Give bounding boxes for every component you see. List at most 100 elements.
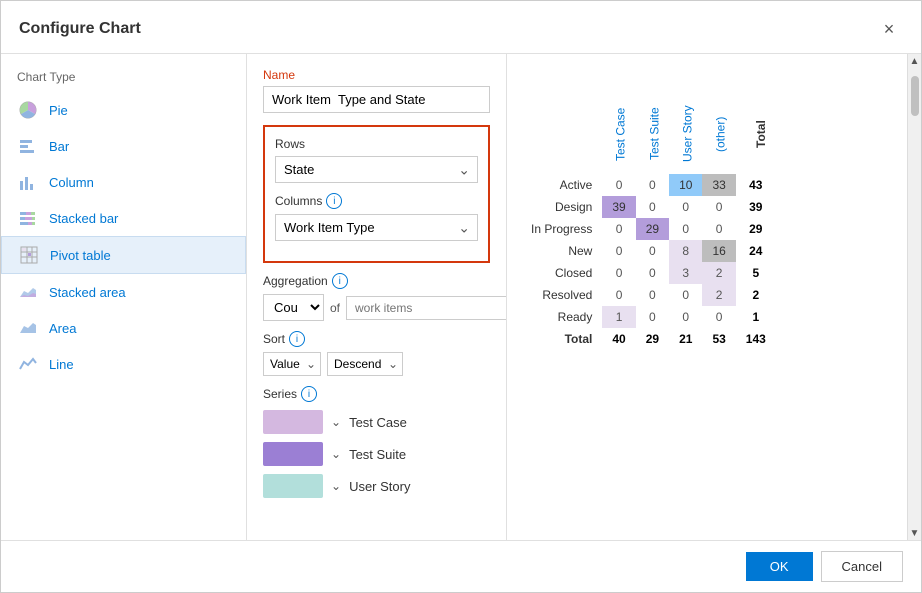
row-label-active: Active bbox=[521, 174, 602, 196]
chart-item-bar-label: Bar bbox=[49, 139, 69, 154]
configure-chart-dialog: Configure Chart × Chart Type Pie Bar bbox=[0, 0, 922, 593]
sort-value-select[interactable]: Value Label bbox=[263, 352, 321, 376]
cell-0-total: 43 bbox=[736, 174, 776, 196]
series-info-icon[interactable]: i bbox=[301, 386, 317, 402]
dialog-title: Configure Chart bbox=[19, 20, 141, 38]
aggregation-label: Aggregation bbox=[263, 274, 328, 288]
cell-3-3: 16 bbox=[702, 240, 735, 262]
total-0: 40 bbox=[602, 328, 635, 350]
cell-5-0: 0 bbox=[602, 284, 635, 306]
row-label-new: New bbox=[521, 240, 602, 262]
row-label-closed: Closed bbox=[521, 262, 602, 284]
scroll-thumb[interactable] bbox=[911, 76, 919, 116]
cell-6-2: 0 bbox=[669, 306, 702, 328]
sort-direction-select[interactable]: Descend Ascend bbox=[327, 352, 403, 376]
series-item-1: ⌄ Test Suite bbox=[263, 442, 490, 466]
series-color-1[interactable] bbox=[263, 442, 323, 466]
chart-item-area-label: Area bbox=[49, 321, 76, 336]
chart-item-stacked-area[interactable]: Stacked area bbox=[1, 274, 246, 310]
rows-columns-box: Rows State Work Item Type Columns i Work… bbox=[263, 125, 490, 263]
of-text: of bbox=[330, 301, 340, 315]
aggregation-info-icon[interactable]: i bbox=[332, 273, 348, 289]
chart-item-stacked-bar-label: Stacked bar bbox=[49, 211, 118, 226]
cell-0-1: 0 bbox=[636, 174, 669, 196]
dialog-footer: OK Cancel bbox=[1, 540, 921, 592]
total-1: 29 bbox=[636, 328, 669, 350]
scroll-up-arrow[interactable]: ▲ bbox=[908, 54, 922, 68]
cell-6-1: 0 bbox=[636, 306, 669, 328]
table-row: Closed 0 0 3 2 5 bbox=[521, 262, 776, 284]
cell-1-3: 0 bbox=[702, 196, 735, 218]
series-color-2[interactable] bbox=[263, 474, 323, 498]
config-panel: Name Rows State Work Item Type Columns i bbox=[247, 54, 507, 540]
series-name-2: User Story bbox=[349, 479, 410, 494]
series-chevron-2[interactable]: ⌄ bbox=[331, 479, 341, 493]
chart-item-column[interactable]: Column bbox=[1, 164, 246, 200]
right-area: Test Case Test Suite User Story (other) … bbox=[507, 54, 921, 540]
cancel-button[interactable]: Cancel bbox=[821, 551, 903, 582]
close-button[interactable]: × bbox=[875, 15, 903, 43]
stacked-area-icon bbox=[17, 281, 39, 303]
cell-2-1: 29 bbox=[636, 218, 669, 240]
cell-3-total: 24 bbox=[736, 240, 776, 262]
cell-2-2: 0 bbox=[669, 218, 702, 240]
row-label-inprogress: In Progress bbox=[521, 218, 602, 240]
series-color-0[interactable] bbox=[263, 410, 323, 434]
table-row: In Progress 0 29 0 0 29 bbox=[521, 218, 776, 240]
cell-6-3: 0 bbox=[702, 306, 735, 328]
cell-4-total: 5 bbox=[736, 262, 776, 284]
column-icon bbox=[17, 171, 39, 193]
total-2: 21 bbox=[669, 328, 702, 350]
rows-select[interactable]: State Work Item Type bbox=[275, 156, 478, 183]
total-grand: 143 bbox=[736, 328, 776, 350]
series-header: Series i bbox=[263, 386, 490, 402]
row-col-empty bbox=[521, 94, 602, 174]
series-section: Series i ⌄ Test Case ⌄ Test Suite bbox=[263, 386, 490, 498]
cell-2-0: 0 bbox=[602, 218, 635, 240]
chart-item-line-label: Line bbox=[49, 357, 74, 372]
chart-item-line[interactable]: Line bbox=[1, 346, 246, 382]
pivot-table: Test Case Test Suite User Story (other) … bbox=[521, 94, 776, 350]
series-chevron-1[interactable]: ⌄ bbox=[331, 447, 341, 461]
sort-info-icon[interactable]: i bbox=[289, 331, 305, 347]
row-label-design: Design bbox=[521, 196, 602, 218]
cell-6-total: 1 bbox=[736, 306, 776, 328]
table-row: New 0 0 8 16 24 bbox=[521, 240, 776, 262]
row-label-total: Total bbox=[521, 328, 602, 350]
cell-4-0: 0 bbox=[602, 262, 635, 284]
chart-item-stacked-bar[interactable]: Stacked bar bbox=[1, 200, 246, 236]
table-row: Ready 1 0 0 0 1 bbox=[521, 306, 776, 328]
chart-item-area[interactable]: Area bbox=[1, 310, 246, 346]
scrollbar[interactable]: ▲ ▼ bbox=[907, 54, 921, 540]
series-name-1: Test Suite bbox=[349, 447, 406, 462]
aggregation-select[interactable]: Cou Sum Avg bbox=[263, 294, 324, 321]
scroll-down-arrow[interactable]: ▼ bbox=[908, 526, 922, 540]
series-chevron-0[interactable]: ⌄ bbox=[331, 415, 341, 429]
chart-item-column-label: Column bbox=[49, 175, 94, 190]
pie-icon bbox=[17, 99, 39, 121]
ok-button[interactable]: OK bbox=[746, 552, 813, 581]
cell-3-0: 0 bbox=[602, 240, 635, 262]
chart-item-pivot-table[interactable]: Pivot table bbox=[1, 236, 246, 274]
stacked-bar-icon bbox=[17, 207, 39, 229]
line-icon bbox=[17, 353, 39, 375]
columns-select-wrapper: Work Item Type State bbox=[275, 214, 478, 241]
cell-0-3: 33 bbox=[702, 174, 735, 196]
columns-select[interactable]: Work Item Type State bbox=[275, 214, 478, 241]
cell-0-0: 0 bbox=[602, 174, 635, 196]
sort-header: Sort i bbox=[263, 331, 490, 347]
cell-3-1: 0 bbox=[636, 240, 669, 262]
chart-item-bar[interactable]: Bar bbox=[1, 128, 246, 164]
work-items-input[interactable] bbox=[346, 296, 507, 320]
cell-6-0: 1 bbox=[602, 306, 635, 328]
bar-icon bbox=[17, 135, 39, 157]
pivot-panel: Test Case Test Suite User Story (other) … bbox=[507, 54, 907, 540]
series-label: Series bbox=[263, 387, 297, 401]
sort-label: Sort bbox=[263, 332, 285, 346]
table-row: Design 39 0 0 0 39 bbox=[521, 196, 776, 218]
cell-5-total: 2 bbox=[736, 284, 776, 306]
chart-name-input[interactable] bbox=[263, 86, 490, 113]
chart-item-pie[interactable]: Pie bbox=[1, 92, 246, 128]
columns-info-icon[interactable]: i bbox=[326, 193, 342, 209]
cell-4-1: 0 bbox=[636, 262, 669, 284]
